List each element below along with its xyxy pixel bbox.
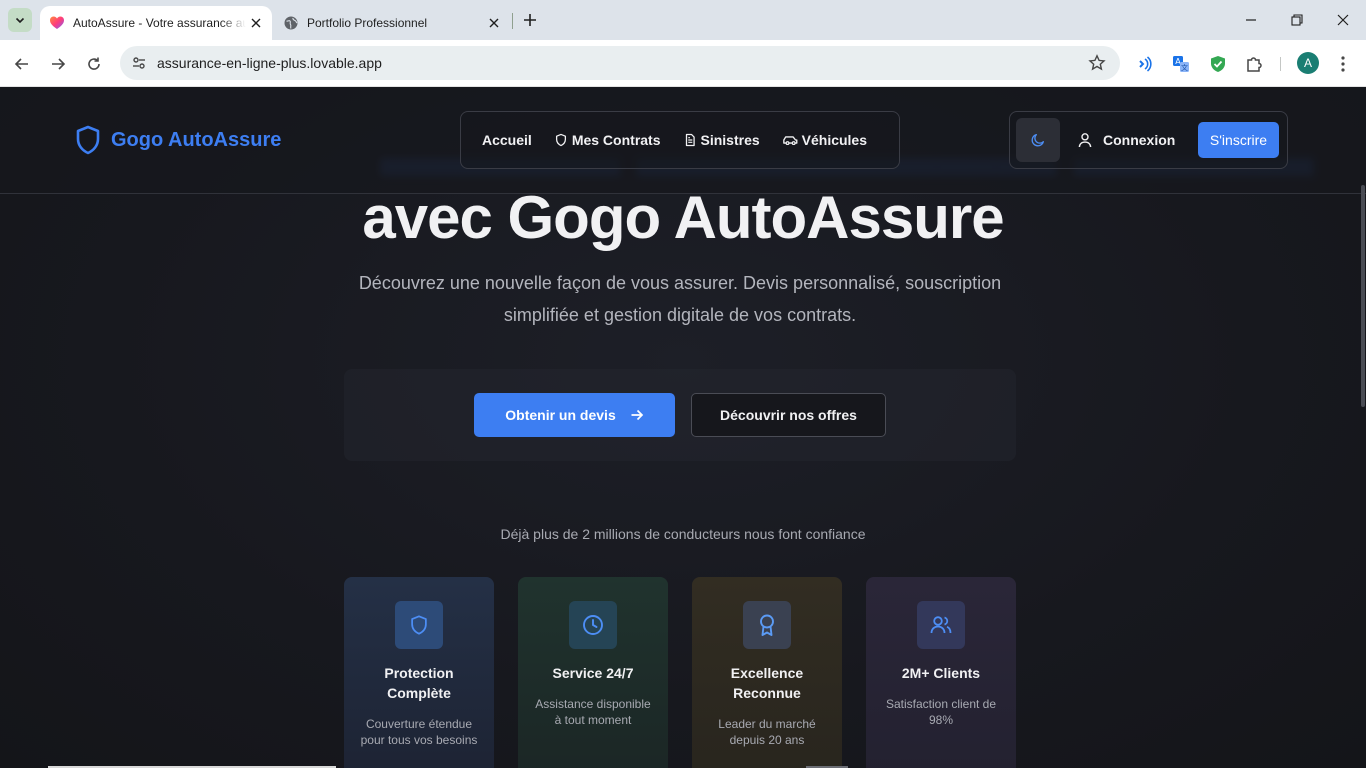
get-quote-label: Obtenir un devis <box>505 407 616 423</box>
browser-tab-active[interactable]: AutoAssure - Votre assurance auto <box>40 6 272 40</box>
translate-icon[interactable]: A文 <box>1170 53 1192 75</box>
browser-toolbar: assurance-en-ligne-plus.lovable.app A文 <box>0 40 1366 87</box>
close-tab-icon[interactable] <box>246 13 266 33</box>
account-controls: Connexion S'inscrire <box>1009 111 1288 169</box>
plus-icon <box>524 14 536 26</box>
arrow-right-icon <box>631 409 643 421</box>
new-tab-button[interactable] <box>518 8 542 32</box>
bookmark-star-icon[interactable] <box>1088 54 1106 72</box>
feature-icon-box <box>743 601 791 649</box>
cta-container: Obtenir un devis Découvrir nos offres <box>344 369 1016 461</box>
feature-description: Leader du marché depuis 20 ans <box>718 717 816 747</box>
tab-search-button[interactable] <box>8 8 32 32</box>
vertical-scrollbar[interactable] <box>1360 87 1366 768</box>
feature-description: Satisfaction client de 98% <box>885 697 997 727</box>
restore-icon <box>1291 14 1303 26</box>
site-header: Gogo AutoAssure Accueil Mes Contrats Sin… <box>0 87 1366 194</box>
feature-description: Couverture étendue pour tous vos besoins <box>360 717 478 747</box>
tab-separator <box>512 13 513 29</box>
clock-icon <box>583 615 603 635</box>
chevron-down-icon <box>15 17 25 24</box>
nav-item-vehicules[interactable]: Véhicules <box>771 122 878 158</box>
feature-card-service: Service 24/7 Assistance disponible à tou… <box>518 577 668 768</box>
scrollbar-thumb[interactable] <box>1361 185 1365 407</box>
hero-description: Découvrez une nouvelle façon de vous ass… <box>358 273 1002 325</box>
minimize-icon <box>1246 19 1256 21</box>
nav-item-sinistres[interactable]: Sinistres <box>672 122 771 158</box>
arrow-left-icon <box>14 58 28 70</box>
reload-icon <box>88 57 100 70</box>
feature-card-protection: Protection Complète Couverture étendue p… <box>344 577 494 768</box>
shield-logo-icon <box>76 125 100 155</box>
feature-description: Assistance disponible à tout moment <box>535 697 651 727</box>
login-label: Connexion <box>1103 132 1176 148</box>
feature-title: Service 24/7 <box>552 665 634 681</box>
minimize-button[interactable] <box>1228 0 1274 40</box>
tab-title: Portfolio Professionnel <box>307 16 428 30</box>
shield-extension-icon[interactable] <box>1207 53 1229 75</box>
browser-tab-inactive[interactable]: Portfolio Professionnel <box>274 6 510 40</box>
forward-button[interactable] <box>44 50 72 78</box>
login-button[interactable]: Connexion <box>1078 132 1175 148</box>
nav-item-label: Mes Contrats <box>571 132 661 148</box>
moon-icon <box>1031 134 1044 147</box>
site-settings-icon[interactable] <box>126 50 152 76</box>
restore-button[interactable] <box>1274 0 1320 40</box>
main-nav: Accueil Mes Contrats Sinistres Véhicules <box>460 111 900 169</box>
signup-label: S'inscrire <box>1209 132 1268 148</box>
discover-offers-label: Découvrir nos offres <box>720 407 857 423</box>
globe-icon <box>283 15 299 31</box>
close-tab-icon[interactable] <box>484 13 504 33</box>
page-viewport: ▬▬▬▬ ▬▬▬▬▬▬▬ ▬▬▬▬ avec Gogo AutoAssure D… <box>0 87 1366 768</box>
toolbar-separator <box>1280 57 1281 71</box>
address-bar[interactable]: assurance-en-ligne-plus.lovable.app <box>120 46 1120 80</box>
trust-statement: Déjà plus de 2 millions de conducteurs n… <box>500 526 866 542</box>
user-icon <box>1078 133 1092 148</box>
car-icon <box>782 136 798 146</box>
tab-title: AutoAssure - Votre assurance auto <box>73 16 246 30</box>
nav-item-label: Sinistres <box>700 132 760 148</box>
theme-toggle-button[interactable] <box>1016 118 1060 162</box>
feature-title: Protection Complète <box>384 665 454 701</box>
close-window-button[interactable] <box>1320 0 1366 40</box>
feature-card-clients: 2M+ Clients Satisfaction client de 98% <box>866 577 1016 768</box>
feature-icon-box <box>917 601 965 649</box>
back-button[interactable] <box>8 50 36 78</box>
file-text-icon <box>685 133 695 147</box>
shield-icon <box>555 133 566 147</box>
svg-text:文: 文 <box>1181 63 1188 72</box>
users-icon <box>930 616 952 634</box>
extensions-puzzle-icon[interactable] <box>1243 53 1265 75</box>
nav-item-accueil[interactable]: Accueil <box>471 122 543 158</box>
nav-item-label: Véhicules <box>801 132 868 148</box>
menu-kebab-icon[interactable] <box>1332 53 1354 75</box>
browser-tab-strip: AutoAssure - Votre assurance auto Portfo… <box>0 0 1366 40</box>
discover-offers-button[interactable]: Découvrir nos offres <box>691 393 886 437</box>
lovable-heart-icon <box>49 15 65 31</box>
feature-icon-box <box>569 601 617 649</box>
close-icon <box>1337 14 1349 26</box>
signup-button[interactable]: S'inscrire <box>1198 122 1279 158</box>
award-icon <box>760 614 774 636</box>
feature-title: 2M+ Clients <box>901 665 981 681</box>
reload-button[interactable] <box>80 50 108 78</box>
brand-name: Gogo AutoAssure <box>111 128 282 151</box>
url-text: assurance-en-ligne-plus.lovable.app <box>157 55 382 71</box>
get-quote-button[interactable]: Obtenir un devis <box>474 393 675 437</box>
feature-icon-box <box>395 601 443 649</box>
read-aloud-icon[interactable] <box>1134 53 1156 75</box>
site-logo[interactable]: Gogo AutoAssure <box>75 125 281 155</box>
nav-item-mes-contrats[interactable]: Mes Contrats <box>543 122 672 158</box>
feature-title: Excellence Reconnue <box>730 665 804 701</box>
profile-avatar[interactable]: A <box>1297 52 1319 74</box>
nav-item-label: Accueil <box>482 132 532 148</box>
arrow-right-icon <box>52 58 66 70</box>
feature-card-excellence: Excellence Reconnue Leader du marché dep… <box>692 577 842 768</box>
shield-icon <box>411 615 427 635</box>
